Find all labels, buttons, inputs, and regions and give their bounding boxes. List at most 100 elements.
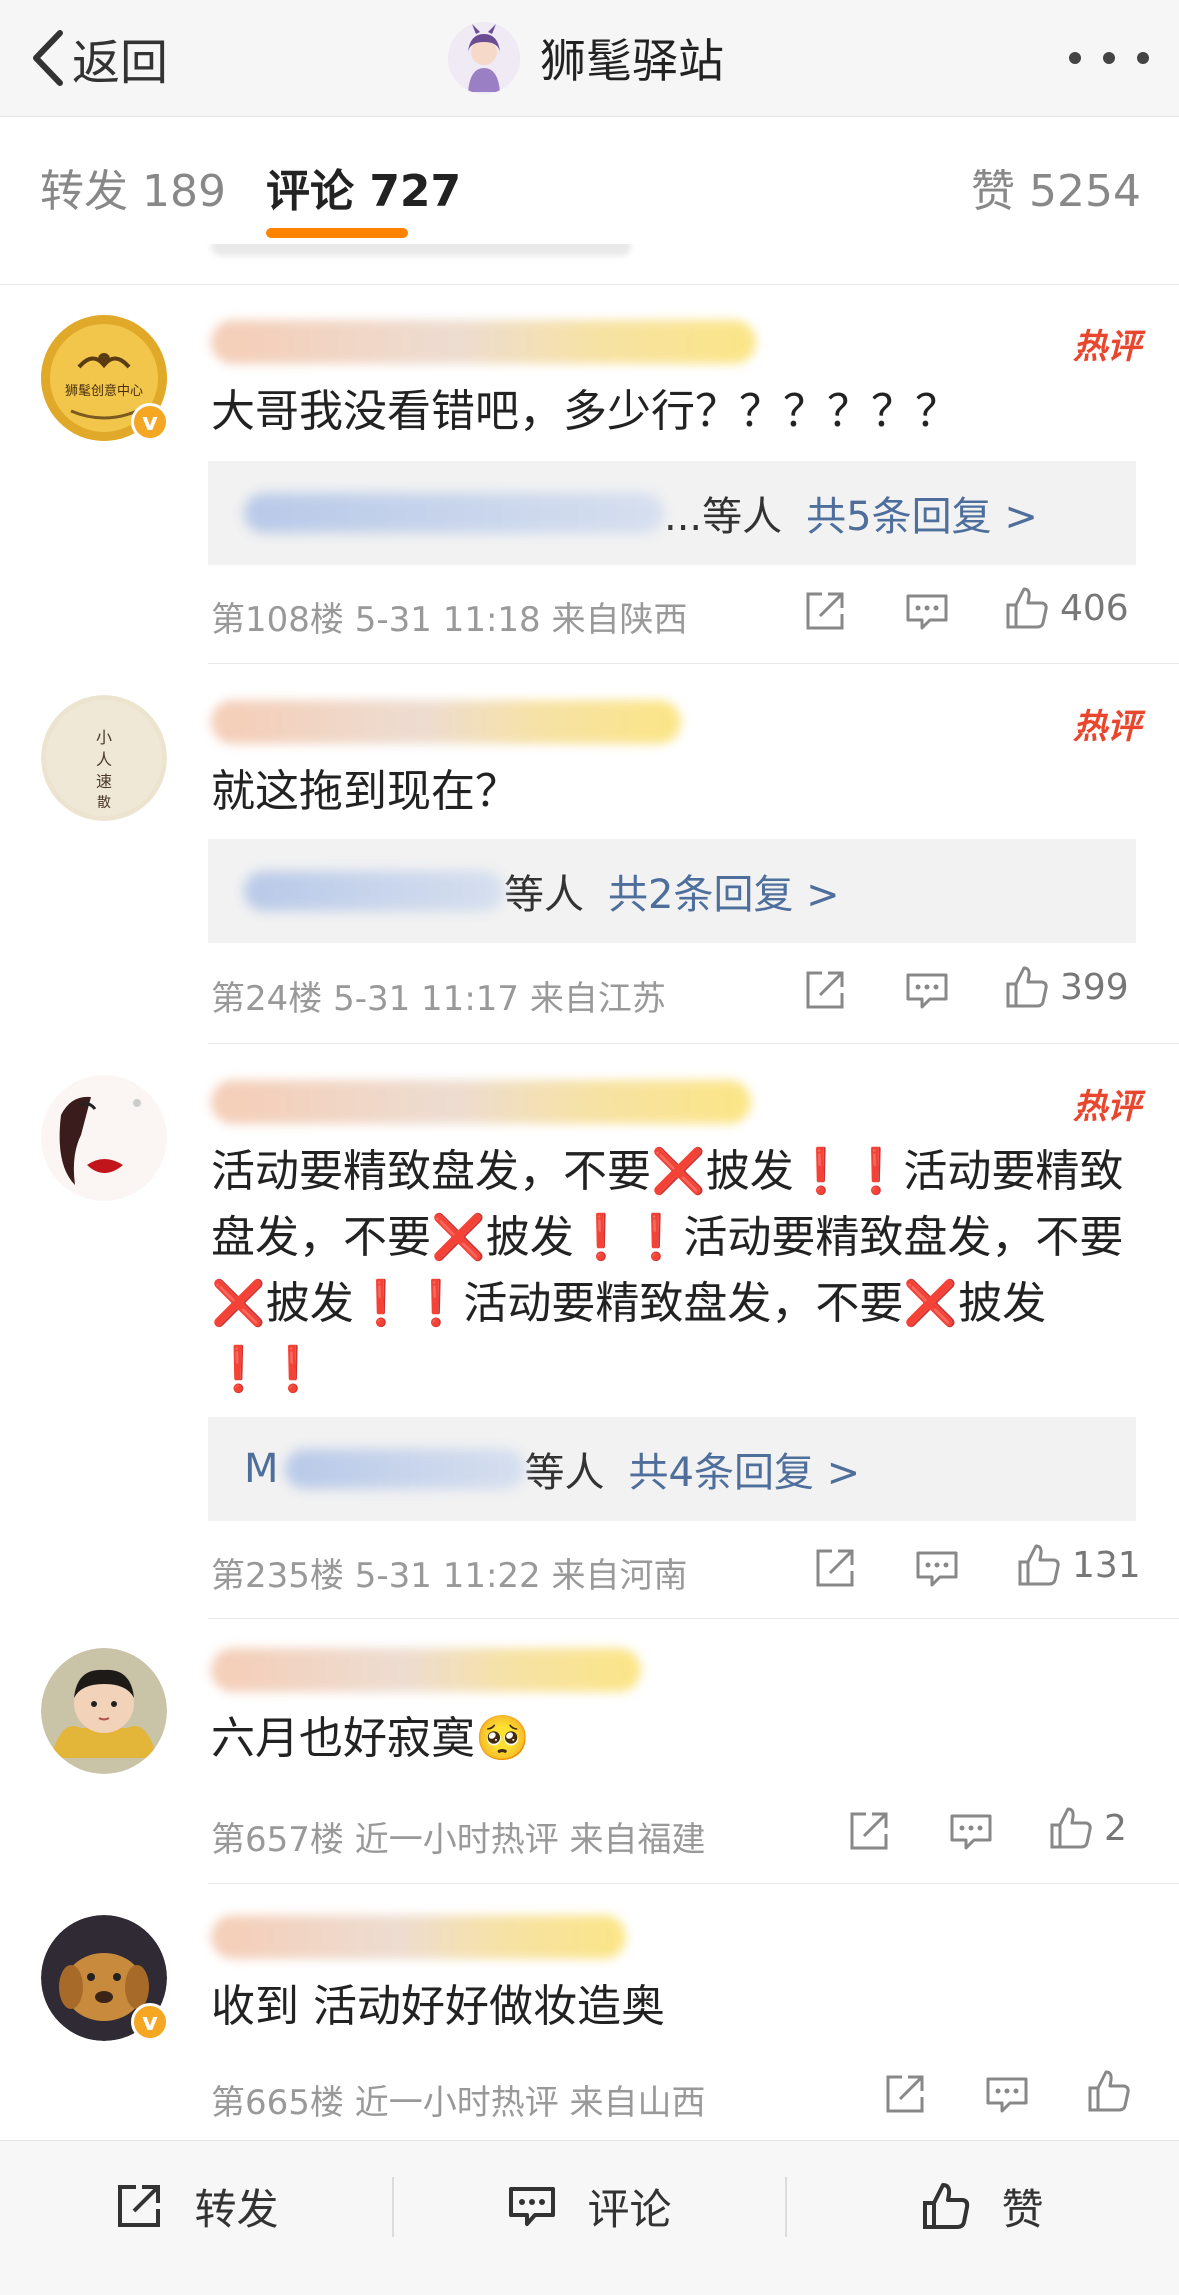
comment-time: 5-31 11:18 [354, 600, 541, 640]
comment-meta: 第657楼 近一小时热评 来自福建 [211, 1812, 706, 1861]
bottom-action-bar: 转发 评论 赞 [0, 2140, 1179, 2295]
tab-repost[interactable]: 转发 189 [40, 155, 226, 219]
username-blurred[interactable] [211, 320, 756, 364]
view-replies-link[interactable]: 共5条回复 > [806, 484, 1038, 542]
comment-text: 活动要精致盘发，不要❌披发❗️❗️活动要精致盘发，不要❌披发❗️❗️活动要精致盘… [211, 1146, 1124, 1395]
reply-comment-button[interactable] [914, 1545, 960, 1591]
reply-comment-button[interactable] [984, 2071, 1030, 2117]
svg-text:人: 人 [96, 750, 112, 769]
repost-comment-button[interactable] [882, 2071, 928, 2117]
thumbs-up-icon [923, 2183, 970, 2229]
comment-label: 评论 [587, 2184, 672, 2234]
reply-comment-button[interactable] [904, 967, 950, 1013]
floor-number: 第235楼 [211, 1556, 344, 1596]
thumbs-up-icon [1006, 966, 1048, 1008]
account-avatar[interactable] [448, 22, 520, 94]
comment-time: 近一小时热评 [354, 2083, 559, 2123]
svg-text:速: 速 [96, 772, 112, 791]
replies-preview[interactable]: M 等人 共4条回复 > [208, 1417, 1136, 1521]
comment-text: 六月也好寂寞🥺 [211, 1713, 530, 1764]
comment-icon [916, 1551, 958, 1587]
comment-text: 就这拖到现在？ [211, 766, 519, 817]
reply-suffix: 等人 [504, 872, 584, 918]
like-comment-button[interactable] [1086, 2068, 1142, 2114]
account-header[interactable]: 狮髦驿站 [448, 14, 724, 102]
share-icon [806, 592, 844, 630]
reply-users-blurred [284, 1449, 525, 1489]
comment-icon [986, 2077, 1028, 2113]
username-blurred[interactable] [211, 1915, 626, 1959]
like-label: 赞 [1001, 2184, 1044, 2234]
comment-text: 大哥我没看错吧，多少行？？？？？？ [211, 386, 959, 437]
comment-item: 热评 活动要精致盘发，不要❌披发❗️❗️活动要精致盘发，不要❌披发❗️❗️活动要… [0, 1045, 1179, 1620]
replies-preview[interactable]: ...等人 共5条回复 > [208, 461, 1136, 565]
divider [208, 1618, 1179, 1619]
comment-icon [906, 973, 948, 1009]
like-comment-button[interactable]: 131 [1016, 1542, 1141, 1588]
comment-icon [509, 2187, 556, 2226]
like-count: 406 [1060, 587, 1129, 629]
previous-comment-peek [0, 244, 1179, 285]
repost-comment-button[interactable] [802, 588, 848, 634]
more-options-icon[interactable] [1069, 28, 1149, 88]
tab-comments[interactable]: 评论 727 [266, 155, 461, 219]
tab-likes[interactable]: 赞 5254 [971, 155, 1141, 219]
thumbs-up-icon [1050, 1807, 1092, 1849]
comment-icon [906, 594, 948, 630]
like-count: 399 [1060, 966, 1129, 1008]
share-icon [886, 2075, 924, 2113]
username-blurred[interactable] [211, 700, 681, 744]
like-button[interactable]: 赞 [786, 2141, 1179, 2271]
comment-item: 小 人 速 散 小人速散 热评 就这拖到现在？ 等人 共2条回复 > 第24楼 … [0, 665, 1179, 1045]
comment-time: 5-31 11:17 [333, 979, 520, 1019]
reply-users-blurred [244, 493, 664, 533]
view-replies-link[interactable]: 共4条回复 > [629, 1440, 861, 1498]
username-blurred[interactable] [211, 1080, 751, 1124]
repost-comment-button[interactable] [812, 1545, 858, 1591]
comment-item: v 收到 活动好好做妆造奥 第665楼 近一小时热评 来自山西 [0, 1885, 1179, 2140]
reply-users-blurred [244, 871, 504, 911]
top-nav-bar: 返回 狮髦驿站 [0, 0, 1179, 117]
floor-number: 第657楼 [211, 1820, 344, 1860]
comment-time: 近一小时热评 [354, 1820, 559, 1860]
divider [208, 663, 1179, 664]
username-blurred[interactable] [211, 1648, 641, 1692]
like-comment-button[interactable]: 399 [1004, 964, 1129, 1010]
hot-comment-badge: 热评 [1073, 1087, 1141, 1127]
comment-location: 来自陕西 [551, 600, 688, 640]
reply-suffix: 等人 [524, 1450, 605, 1496]
like-comment-button[interactable]: 406 [1004, 585, 1129, 631]
reply-comment-button[interactable] [904, 588, 950, 634]
share-icon [816, 1549, 854, 1587]
replies-preview[interactable]: 等人 共2条回复 > [208, 839, 1136, 943]
like-count: 131 [1072, 1544, 1141, 1586]
avatar[interactable] [41, 1075, 167, 1201]
repost-button[interactable]: 转发 [0, 2141, 393, 2271]
avatar[interactable]: 小 人 速 散 小人速散 [41, 695, 167, 821]
floor-number: 第24楼 [211, 979, 323, 1019]
thumbs-up-icon [1006, 587, 1048, 629]
verified-badge: v [131, 403, 169, 441]
view-replies-link[interactable]: 共2条回复 > [608, 862, 840, 920]
avatar[interactable] [41, 1648, 167, 1774]
reply-suffix: ...等人 [664, 494, 783, 540]
hot-comment-badge: 热评 [1073, 327, 1141, 367]
comment-location: 来自山西 [569, 2083, 706, 2123]
reply-prefix: M [244, 1446, 279, 1492]
like-comment-button[interactable]: 2 [1048, 1805, 1127, 1851]
comment-item: 狮髦创意中心 v 热评 大哥我没看错吧，多少行？？？？？？ ...等人 共5条回… [0, 285, 1179, 665]
repost-comment-button[interactable] [802, 967, 848, 1013]
reply-comment-button[interactable] [948, 1808, 994, 1854]
comment-location: 来自福建 [569, 1820, 706, 1860]
back-button[interactable]: 返回 [30, 20, 168, 96]
tab-bar: 转发 189 评论 727 赞 5254 [0, 117, 1179, 245]
account-title: 狮髦驿站 [540, 34, 724, 88]
comment-button[interactable]: 评论 [393, 2141, 786, 2271]
hot-comment-badge: 热评 [1073, 707, 1141, 747]
comment-meta: 第108楼 5-31 11:18 来自陕西 [211, 592, 688, 641]
repost-comment-button[interactable] [846, 1808, 892, 1854]
svg-text:散: 散 [97, 795, 111, 811]
floor-number: 第665楼 [211, 2083, 344, 2123]
comment-item: 六月也好寂寞🥺 第657楼 近一小时热评 来自福建 2 [0, 1620, 1179, 1885]
comment-text: 收到 活动好好做妆造奥 [211, 1981, 665, 2032]
